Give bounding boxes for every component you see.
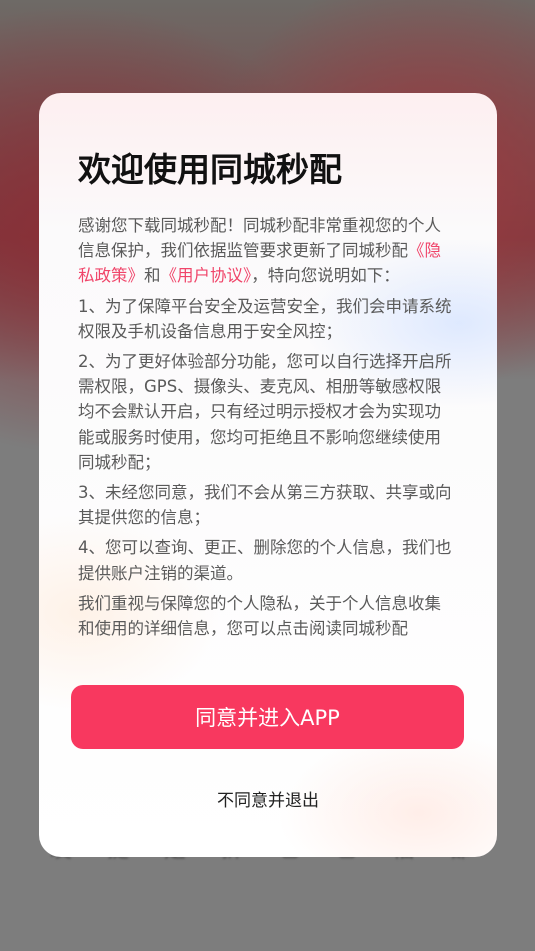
list-item: 1、为了保障平台安全及运营安全，我们会申请系统权限及手机设备信息用于安全风控； (78, 296, 452, 341)
list-item: 2、为了更好体验部分功能，您可以自行选择开启所需权限，GPS、摄像头、麦克风、相… (78, 352, 452, 472)
closing-paragraph: 我们重视与保障您的个人隐私，关于个人信息收集和使用的详细信息，您可以点击阅读同城… (78, 593, 441, 639)
intro-and-text: 和 (144, 266, 161, 286)
intro-text: 感谢您下载同城秒配！同城秒配非常重视您的个人信息保护，我们依据监管要求更新了同城… (78, 216, 441, 261)
privacy-dialog: 欢迎使用同城秒配 感谢您下载同城秒配！同城秒配非常重视您的个人信息保护，我们依据… (39, 93, 497, 857)
dialog-content[interactable]: 感谢您下载同城秒配！同城秒配非常重视您的个人信息保护，我们依据监管要求更新了同城… (78, 213, 454, 659)
intro-paragraph: 感谢您下载同城秒配！同城秒配非常重视您的个人信息保护，我们依据监管要求更新了同城… (78, 213, 454, 289)
intro-after-text: ，特向您说明如下： (251, 266, 400, 286)
list-item: 4、您可以查询、更正、删除您的个人信息，我们也提供账户注销的渠道。 (78, 538, 452, 583)
disagree-and-exit-button[interactable]: 不同意并退出 (39, 786, 497, 811)
agree-and-enter-button[interactable]: 同意并进入APP (71, 685, 464, 749)
user-agreement-link[interactable]: 《用户协议》 (161, 266, 252, 285)
list-item: 3、未经您同意，我们不会从第三方获取、共享或向其提供您的信息； (78, 483, 452, 528)
dialog-title: 欢迎使用同城秒配 (78, 150, 342, 189)
